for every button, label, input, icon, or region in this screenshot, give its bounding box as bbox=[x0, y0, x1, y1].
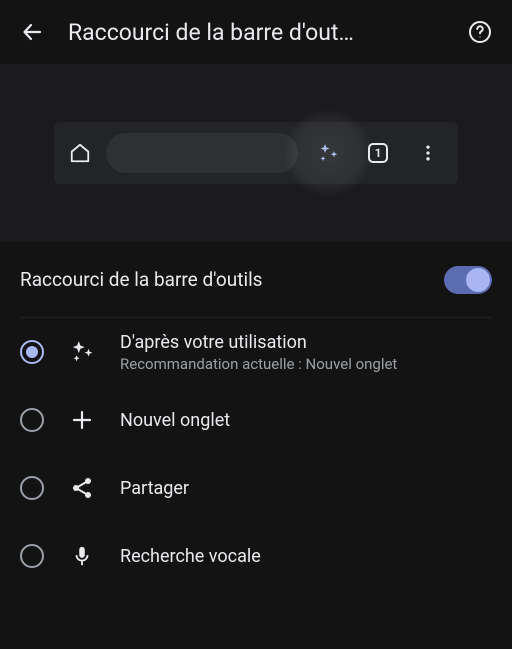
sparkle-icon bbox=[316, 141, 340, 165]
option-title: D'après votre utilisation bbox=[120, 332, 492, 353]
option-title: Recherche vocale bbox=[120, 546, 492, 567]
shortcut-toggle-row[interactable]: Raccourci de la barre d'outils bbox=[20, 242, 492, 318]
app-bar: Raccourci de la barre d'out… bbox=[0, 0, 512, 64]
sparkle-icon bbox=[66, 336, 98, 368]
arrow-back-icon bbox=[20, 20, 44, 44]
radio-new-tab[interactable] bbox=[20, 408, 44, 432]
url-bar-placeholder bbox=[106, 133, 298, 173]
page-title: Raccourci de la barre d'out… bbox=[68, 19, 444, 46]
omnibar-preview: 1 bbox=[54, 122, 458, 184]
shortcut-toggle-switch[interactable] bbox=[444, 266, 492, 294]
option-text: D'après votre utilisation Recommandation… bbox=[120, 332, 492, 373]
plus-icon bbox=[66, 404, 98, 436]
shortcut-slot bbox=[308, 133, 348, 173]
tab-count: 1 bbox=[375, 146, 382, 160]
option-share[interactable]: Partager bbox=[20, 454, 492, 522]
option-voice-search[interactable]: Recherche vocale bbox=[20, 522, 492, 590]
home-icon bbox=[64, 137, 96, 169]
option-text: Recherche vocale bbox=[120, 546, 492, 567]
shortcut-toggle-label: Raccourci de la barre d'outils bbox=[20, 268, 444, 291]
option-based-on-usage[interactable]: D'après votre utilisation Recommandation… bbox=[20, 318, 492, 386]
toolbar-preview: 1 bbox=[0, 64, 512, 242]
option-title: Partager bbox=[120, 478, 492, 499]
overflow-menu bbox=[408, 133, 448, 173]
tab-count-box: 1 bbox=[368, 143, 388, 163]
radio-share[interactable] bbox=[20, 476, 44, 500]
option-text: Partager bbox=[120, 478, 492, 499]
radio-voice-search[interactable] bbox=[20, 544, 44, 568]
more-vert-icon bbox=[418, 143, 438, 163]
option-title: Nouvel onglet bbox=[120, 410, 492, 431]
help-button[interactable] bbox=[460, 12, 500, 52]
back-button[interactable] bbox=[12, 12, 52, 52]
mic-icon bbox=[66, 540, 98, 572]
option-new-tab[interactable]: Nouvel onglet bbox=[20, 386, 492, 454]
radio-based-on-usage[interactable] bbox=[20, 340, 44, 364]
tab-switcher: 1 bbox=[358, 133, 398, 173]
option-subtitle: Recommandation actuelle : Nouvel onglet bbox=[120, 355, 492, 373]
help-icon bbox=[468, 20, 492, 44]
share-icon bbox=[66, 472, 98, 504]
option-text: Nouvel onglet bbox=[120, 410, 492, 431]
switch-thumb bbox=[466, 268, 490, 292]
